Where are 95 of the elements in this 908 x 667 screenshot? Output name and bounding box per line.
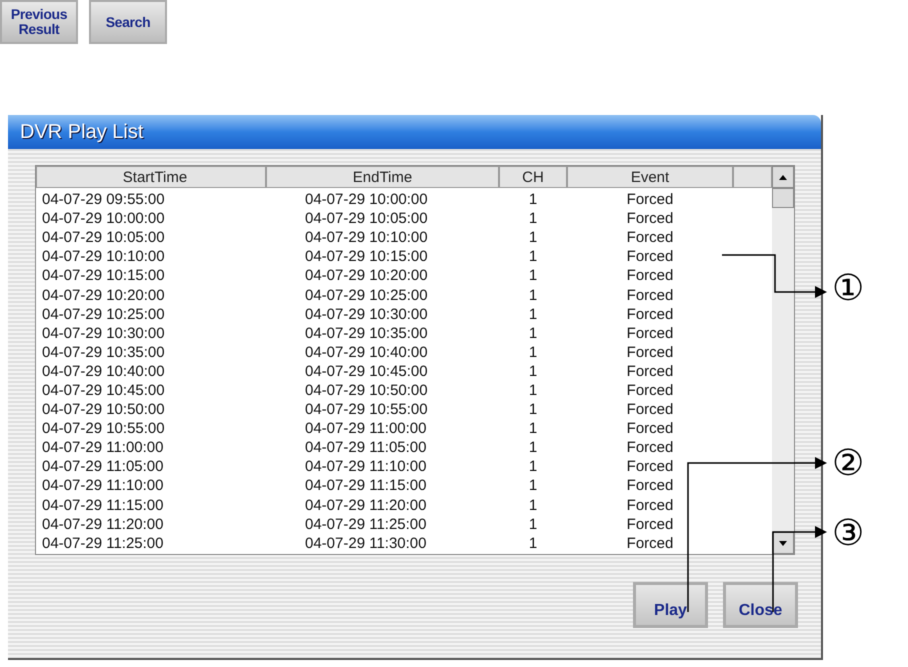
table-cell-text: 04-07-29 11:05:00 xyxy=(41,459,164,474)
table-cell-text: Forced xyxy=(626,364,674,379)
table-cell-text: Forced xyxy=(626,268,674,284)
table-cell-text: 04-07-29 10:05:00 xyxy=(41,230,166,246)
table-cell-text: Forced xyxy=(626,326,674,341)
table-cell-text: 04-07-29 10:15:00 xyxy=(304,249,429,264)
table-cell-text: 04-07-29 11:25:00 xyxy=(41,536,164,551)
table-cell-text: Forced xyxy=(626,440,674,456)
table-cell-text: 04-07-29 11:20:00 xyxy=(304,498,428,513)
table-cell-text: Forced xyxy=(626,536,674,551)
scroll-down-button[interactable] xyxy=(772,532,794,554)
table-cell-text: 1 xyxy=(528,230,538,246)
dialog-button[interactable]: Close xyxy=(723,582,798,628)
table-cell-text: 04-07-29 11:25:00 xyxy=(304,516,428,532)
table-cell-text: 04-07-29 10:55:00 xyxy=(41,421,166,436)
table-cell-text: 04-07-29 10:00:00 xyxy=(41,211,166,226)
table-cell-text: Forced xyxy=(626,344,674,360)
table-cell-text: 1 xyxy=(528,498,538,513)
toolbar-button[interactable]: Search xyxy=(89,0,167,44)
toolbar-button[interactable]: Previous Result xyxy=(0,0,78,44)
table-cell-text: Forced xyxy=(626,459,674,474)
table-cell-text: Forced xyxy=(626,516,674,532)
column-header[interactable]: StartTime xyxy=(36,166,266,188)
down-arrow-icon xyxy=(779,540,787,546)
table-cell-text: 1 xyxy=(528,326,538,341)
table-cell-text: 04-07-29 10:40:00 xyxy=(41,364,166,379)
table-cell-text: 04-07-29 10:45:00 xyxy=(41,382,166,398)
column-header[interactable]: EndTime xyxy=(266,166,499,188)
table-cell-text: 1 xyxy=(528,344,538,360)
table-cell-text: 04-07-29 10:40:00 xyxy=(304,344,429,360)
table-cell-text: Forced xyxy=(626,211,674,226)
table-cell-text: 04-07-29 11:20:00 xyxy=(41,516,164,532)
table-cell-text: 04-07-29 10:45:00 xyxy=(304,364,429,379)
table-cell-text: 1 xyxy=(528,211,538,226)
table-cell-text: Forced xyxy=(626,498,674,513)
table-cell-text: 04-07-29 11:00:00 xyxy=(41,440,164,456)
table-cell-text: Forced xyxy=(626,192,674,208)
table-cell-text: 1 xyxy=(528,459,538,474)
up-arrow-icon xyxy=(779,174,787,180)
column-header[interactable]: Event xyxy=(567,166,733,188)
table-cell-text: 04-07-29 10:30:00 xyxy=(41,326,166,341)
table-cell-text: 04-07-29 10:25:00 xyxy=(304,288,429,303)
table-cell-text: 04-07-29 11:05:00 xyxy=(304,440,428,456)
table-cell-text: Forced xyxy=(626,249,674,264)
table-cell-text: 1 xyxy=(528,440,538,456)
table-cell-text: 1 xyxy=(528,382,538,398)
table-cell-text: 1 xyxy=(528,478,538,494)
table-cell-text: 1 xyxy=(528,288,538,303)
scrollbar[interactable] xyxy=(772,166,794,554)
table-cell-text: 04-07-29 10:20:00 xyxy=(304,268,429,284)
table-cell-text: 04-07-29 11:30:00 xyxy=(304,536,428,551)
table-cell-text: 04-07-29 10:25:00 xyxy=(41,306,166,322)
table-cell-text: 1 xyxy=(528,192,538,208)
table-cell-text: 04-07-29 10:30:00 xyxy=(304,306,429,322)
table-cell-text: 04-07-29 10:50:00 xyxy=(41,402,166,418)
table-cell-text: 04-07-29 10:15:00 xyxy=(41,268,166,284)
table-cell-text: 1 xyxy=(528,536,538,551)
table-cell-text: 04-07-29 10:50:00 xyxy=(304,382,429,398)
table-cell-text: 04-07-29 10:05:00 xyxy=(304,211,429,226)
table-cell-text: 1 xyxy=(528,364,538,379)
table-cell-text: 04-07-29 09:55:00 xyxy=(41,192,166,208)
table-cell-text: 1 xyxy=(528,268,538,284)
table-cell-text: 04-07-29 10:10:00 xyxy=(304,230,429,246)
table-cell-text: 04-07-29 10:10:00 xyxy=(41,249,166,264)
table-cell-text: 1 xyxy=(528,249,538,264)
scroll-thumb[interactable] xyxy=(772,188,794,208)
table-cell-text: 04-07-29 11:15:00 xyxy=(41,498,164,513)
table-cell-text: 04-07-29 10:35:00 xyxy=(41,344,166,360)
table-cell-text: 1 xyxy=(528,421,538,436)
table-cell-text: Forced xyxy=(626,306,674,322)
table-cell-text: Forced xyxy=(626,478,674,494)
callout-number: ③ xyxy=(832,516,864,552)
table-cell-text: 04-07-29 10:55:00 xyxy=(304,402,429,418)
dialog-button[interactable]: Play xyxy=(633,582,708,628)
table-cell-text: 04-07-29 11:10:00 xyxy=(304,459,428,474)
table-cell-text: Forced xyxy=(626,421,674,436)
table-cell-text: 04-07-29 11:15:00 xyxy=(304,478,428,494)
column-header xyxy=(733,166,772,188)
table-cell-text: 04-07-29 11:00:00 xyxy=(304,421,428,436)
table-cell-text: 1 xyxy=(528,516,538,532)
table-cell-text: 1 xyxy=(528,402,538,418)
table-cell-text: Forced xyxy=(626,402,674,418)
table-cell-text: Forced xyxy=(626,230,674,246)
table-cell-text: 04-07-29 11:10:00 xyxy=(41,478,164,494)
table-cell-text: Forced xyxy=(626,382,674,398)
callout-number: ① xyxy=(832,271,864,307)
table-cell-text: Forced xyxy=(626,288,674,303)
column-header[interactable]: CH xyxy=(499,166,567,188)
window-title: DVR Play List xyxy=(8,115,821,149)
table-cell-text: 04-07-29 10:20:00 xyxy=(41,288,166,303)
table-cell-text: 04-07-29 10:00:00 xyxy=(304,192,429,208)
scroll-up-button[interactable] xyxy=(772,166,794,188)
callout-number: ② xyxy=(832,446,864,482)
table-cell-text: 1 xyxy=(528,306,538,322)
table-cell-text: 04-07-29 10:35:00 xyxy=(304,326,429,341)
